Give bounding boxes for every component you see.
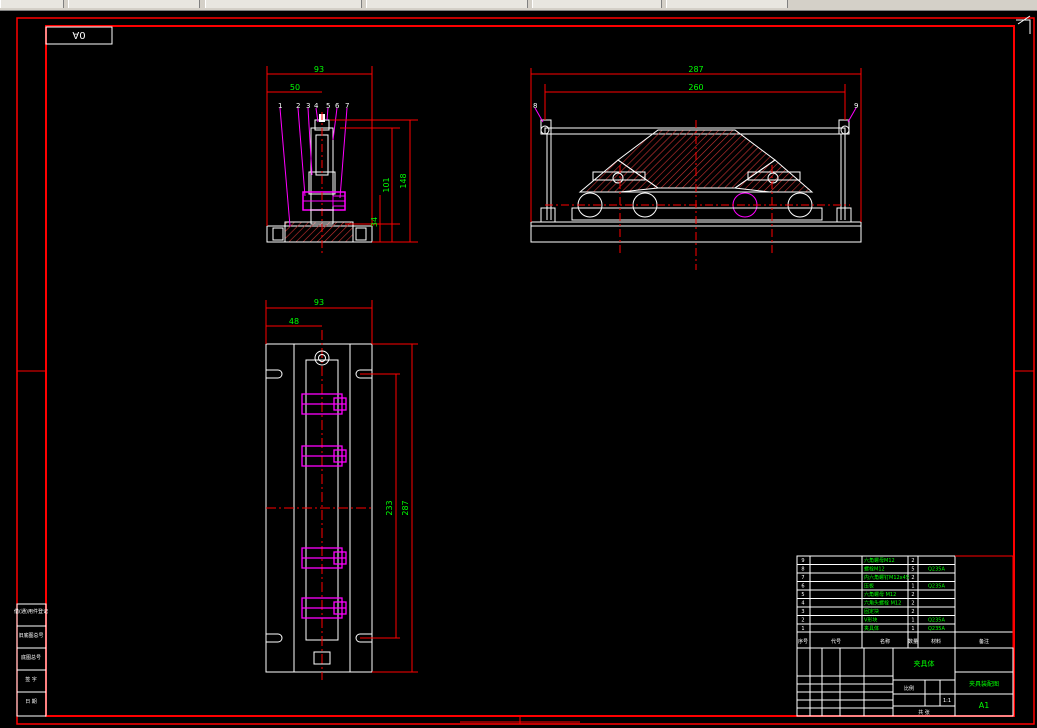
parts-row-name: 六角螺母 M12 [864,591,896,598]
dim-top-overall-length: 287 [401,500,410,515]
parts-row-qty: 1 [911,626,914,632]
balloon-7: 7 [345,102,349,110]
dim-front-height-base: 34 [370,217,379,227]
parts-row-name: V形块 [864,617,877,624]
left-registration-strip: 借(通)用件登记 旧底图总号 底图总号 签 字 日 期 [14,603,48,717]
title-block-sheet-size: A1 [979,701,990,710]
parts-row-no: 4 [801,601,804,607]
side-view: 287 260 8 9 [530,65,862,270]
parts-row-qty: 1 [911,584,914,590]
parts-header-note: 备注 [979,638,989,645]
parts-row-qty: 2 [911,609,914,615]
title-block-scale: 1:1 [943,698,951,704]
balloon-4: 4 [314,102,319,110]
left-strip-label: 旧底图总号 [18,632,43,639]
title-block-scale-label: 比例 [904,685,914,692]
parts-row-no: 9 [801,558,804,564]
parts-row-material: Q235A [928,567,945,573]
toolbar-segment[interactable] [0,0,64,8]
left-strip-label: 底图总号 [21,654,41,661]
parts-row-no: 6 [801,584,804,590]
parts-row-no: 7 [801,575,804,581]
title-block-drawing-name: 夹具装配图 [969,680,999,688]
toolbar-segment[interactable] [366,0,528,8]
parts-row-qty: 2 [911,592,914,598]
parts-row-qty: 2 [911,558,914,564]
sheet-frame [16,15,1035,725]
parts-row-name: 内六角螺钉M12x45 [864,574,909,581]
dim-side-overall: 287 [688,65,703,74]
parts-header-qty: 数量 [908,638,918,645]
cad-drawing-canvas[interactable]: 0A 借(通)用件登记 旧底图总号 底图总号 签 字 日 期 1 2 3 4 5… [0,10,1037,728]
parts-row-qty: 2 [911,601,914,607]
parts-row-no: 3 [801,609,804,615]
sheet-size-text: 0A [72,29,85,40]
parts-header-name: 名称 [880,638,890,645]
title-block-sheet-label: 共 张 [918,709,930,716]
balloon-9: 9 [854,102,858,110]
dim-front-height-upper: 101 [382,177,391,192]
dim-side-inner: 260 [688,83,703,92]
left-strip-label: 借(通)用件登记 [14,608,48,615]
top-view: 93 48 287 233 [265,298,418,680]
title-block: 夹具体 夹具装配图 A1 比例 1:1 共 张 [796,647,1014,717]
parts-row-no: 2 [801,618,804,624]
parts-header-code: 代号 [831,638,841,645]
balloon-8: 8 [533,102,537,110]
dim-front-offset: 50 [290,83,300,92]
front-view: 1 2 3 4 5 6 7 93 50 148 101 34 [266,65,418,256]
balloon-6: 6 [335,102,340,110]
parts-row-qty: 1 [911,618,914,624]
parts-row-qty: 5 [911,567,914,573]
parts-row-material: Q235A [928,618,945,624]
balloon-2: 2 [296,102,300,110]
dim-top-width: 93 [314,298,324,307]
toolbar-segment[interactable] [666,0,788,8]
balloon-1: 1 [278,102,282,110]
parts-row-name: 螺栓M12 [864,566,885,573]
parts-row-name: 六角头螺栓 M12 [864,600,901,607]
title-block-title: 夹具体 [914,659,935,668]
balloon-5: 5 [326,102,330,110]
parts-row-name: 固定块 [864,608,879,615]
parts-row-no: 5 [801,592,804,598]
toolbar-segment[interactable] [68,0,200,8]
sheet-size-box: 0A [45,26,113,45]
dim-front-width: 93 [314,65,324,74]
parts-row-material: Q235A [928,584,945,590]
parts-header-no: 序号 [798,638,808,645]
left-strip-label: 签 字 [25,676,37,683]
parts-row-no: 1 [801,626,804,632]
parts-row-material: Q235A [928,626,945,632]
parts-row-no: 8 [801,567,804,573]
toolbar-segment[interactable] [205,0,362,8]
parts-header-material: 材料 [931,638,941,645]
parts-row-name: 六角螺母M12 [864,557,895,564]
parts-row-name: 压板 [864,583,874,590]
parts-row-name: 夹具体 [864,625,879,632]
left-strip-label: 日 期 [25,699,37,705]
balloon-3: 3 [306,102,310,110]
dim-front-height-total: 148 [399,173,408,188]
toolbar-segment[interactable] [532,0,662,8]
dim-top-offset: 48 [289,317,299,326]
dim-top-inner-length: 233 [385,500,394,515]
parts-row-qty: 2 [911,575,914,581]
